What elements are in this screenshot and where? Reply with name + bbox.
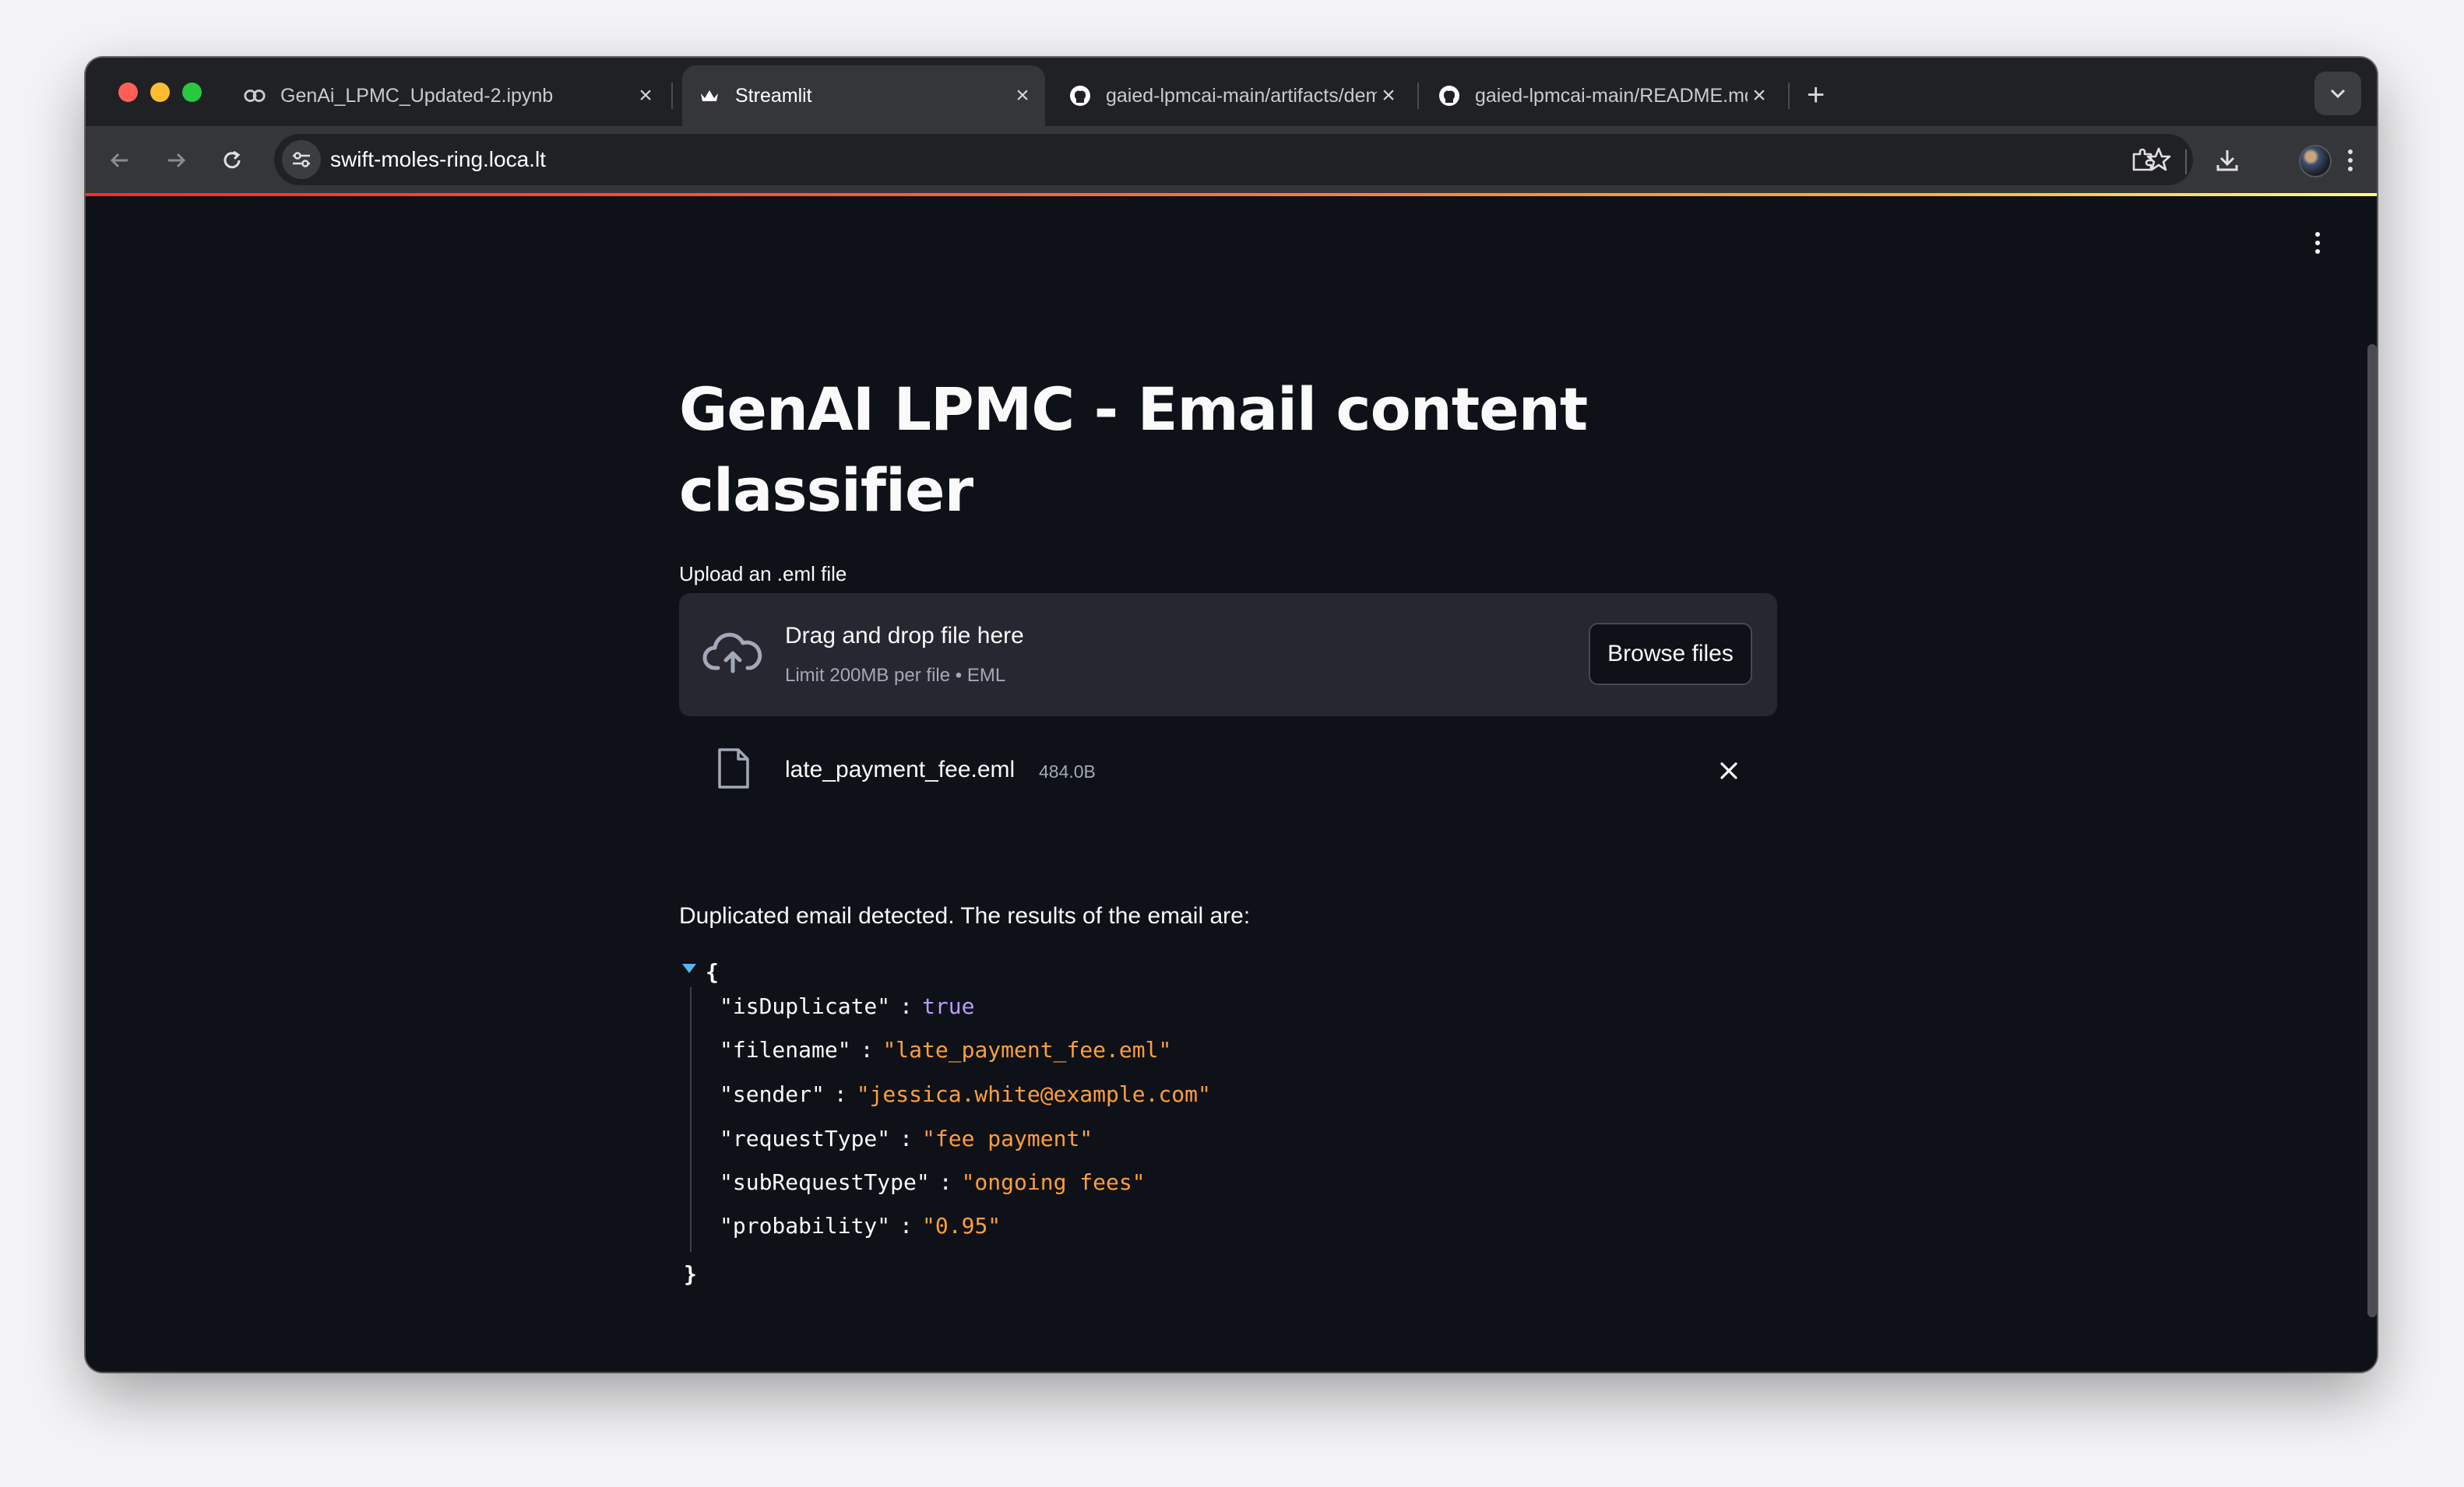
json-key: "isDuplicate" <box>720 993 891 1019</box>
reload-button[interactable] <box>215 143 249 178</box>
more-vertical-icon <box>2348 149 2353 171</box>
close-icon[interactable]: × <box>1011 83 1034 108</box>
json-colon: : <box>899 1126 913 1151</box>
back-button[interactable] <box>103 143 137 178</box>
tab-divider <box>1788 83 1790 109</box>
downloads-button[interactable] <box>2210 143 2244 178</box>
close-icon[interactable]: × <box>634 83 657 108</box>
page-title: GenAI LPMC - Email content classifier <box>679 374 1588 525</box>
puzzle-icon <box>2132 148 2152 171</box>
json-key: "probability" <box>720 1213 891 1239</box>
tab-title: GenAi_LPMC_Updated-2.ipynb <box>280 84 554 107</box>
forward-button[interactable] <box>159 143 193 178</box>
app-menu-button[interactable] <box>2310 227 2325 258</box>
new-tab-button[interactable]: + <box>1807 79 1825 111</box>
github-icon <box>1068 84 1092 107</box>
address-bar[interactable]: swift-moles-ring.loca.lt <box>274 134 2193 185</box>
tab-colab[interactable]: GenAi_LPMC_Updated-2.ipynb × <box>231 65 667 126</box>
tab-search-button[interactable] <box>2314 72 2361 115</box>
json-value: "0.95" <box>922 1213 1001 1239</box>
json-colon: : <box>833 1081 847 1107</box>
json-value: "ongoing fees" <box>961 1169 1146 1195</box>
tab-strip: GenAi_LPMC_Updated-2.ipynb × Streamlit ×… <box>86 58 2377 126</box>
tab-title: Streamlit <box>735 84 812 107</box>
json-row-subrequesttype: "subRequestType": "ongoing fees" <box>720 1169 1146 1200</box>
dropzone-limit: Limit 200MB per file • EML <box>785 665 1006 686</box>
more-vertical-icon <box>2315 232 2320 237</box>
cloud-upload-icon <box>702 632 762 673</box>
json-value: "fee payment" <box>922 1126 1093 1151</box>
uploaded-file-size: 484.0B <box>1039 761 1096 782</box>
json-colon: : <box>860 1037 874 1063</box>
dropzone-instructions: Drag and drop file here <box>785 623 1024 649</box>
file-icon <box>718 748 749 789</box>
close-icon[interactable]: × <box>1377 83 1400 108</box>
close-window-button[interactable] <box>118 83 138 102</box>
json-row-requesttype: "requestType": "fee payment" <box>720 1126 1093 1157</box>
window-controls <box>118 83 202 102</box>
browser-toolbar: swift-moles-ring.loca.lt <box>86 126 2377 195</box>
reload-icon <box>224 150 241 169</box>
uploader-label: Upload an .eml file <box>679 562 847 585</box>
json-row-filename: "filename": "late_payment_fee.eml" <box>720 1037 1171 1068</box>
tab-github-readme[interactable]: gaied-lpmcai-main/README.md × <box>1427 65 1780 126</box>
tune-icon <box>293 152 310 167</box>
browse-files-button[interactable]: Browse files <box>1589 623 1752 685</box>
file-dropzone[interactable]: Drag and drop file here Limit 200MB per … <box>679 593 1777 716</box>
tab-divider <box>1417 83 1419 109</box>
close-icon[interactable]: × <box>1748 83 1771 108</box>
download-icon <box>2216 150 2238 171</box>
minimize-window-button[interactable] <box>150 83 170 102</box>
app-content: GenAI LPMC - Email content classifier Up… <box>86 196 2377 1372</box>
arrow-right-icon <box>168 153 186 168</box>
colab-icon <box>243 84 266 107</box>
tab-title: gaied-lpmcai-main/README.md <box>1475 84 1748 107</box>
tab-title: gaied-lpmcai-main/artifacts/demo <box>1106 84 1377 107</box>
json-indent-guide <box>690 987 692 1252</box>
json-colon: : <box>899 993 913 1019</box>
json-row-sender: "sender": "jessica.white@example.com" <box>720 1081 1211 1113</box>
json-key: "subRequestType" <box>720 1169 930 1195</box>
json-colon: : <box>938 1169 952 1195</box>
github-icon <box>1438 84 1461 107</box>
toolbar-divider <box>2185 149 2187 174</box>
browser-window: GenAi_LPMC_Updated-2.ipynb × Streamlit ×… <box>86 58 2377 1372</box>
close-icon <box>1720 762 1737 779</box>
uploaded-file-name: late_payment_fee.eml <box>785 757 1016 782</box>
collapse-toggle-icon[interactable] <box>682 964 696 973</box>
json-key: "sender" <box>720 1081 825 1107</box>
chevron-down-icon <box>2330 89 2346 99</box>
json-value: true <box>922 993 975 1019</box>
maximize-window-button[interactable] <box>182 83 202 102</box>
json-close-brace: } <box>684 1261 697 1287</box>
profile-avatar[interactable] <box>2299 145 2332 178</box>
json-row-isduplicate: "isDuplicate": true <box>720 993 974 1025</box>
page-scrollbar[interactable] <box>2367 344 2377 1317</box>
site-info-button[interactable] <box>282 140 321 179</box>
duplicate-message: Duplicated email detected. The results o… <box>679 903 1251 929</box>
tab-github-artifacts[interactable]: gaied-lpmcai-main/artifacts/demo × <box>1059 65 1410 126</box>
json-value: "jessica.white@example.com" <box>856 1081 1211 1107</box>
extensions-button[interactable] <box>2126 143 2160 178</box>
remove-file-button[interactable] <box>1713 755 1744 786</box>
tab-streamlit[interactable]: Streamlit × <box>682 65 1045 126</box>
uploaded-file-row: late_payment_fee.eml 484.0B <box>679 741 1777 803</box>
json-open-brace: { <box>706 959 719 985</box>
browser-menu-button[interactable] <box>2333 143 2367 178</box>
json-colon: : <box>899 1213 913 1239</box>
tab-divider <box>671 83 673 109</box>
streamlit-crown-icon <box>698 84 721 107</box>
url-text[interactable]: swift-moles-ring.loca.lt <box>330 147 546 172</box>
arrow-left-icon <box>110 153 128 168</box>
json-row-probability: "probability": "0.95" <box>720 1213 1001 1244</box>
json-value: "late_payment_fee.eml" <box>882 1037 1172 1063</box>
json-key: "filename" <box>720 1037 851 1063</box>
json-key: "requestType" <box>720 1126 891 1151</box>
